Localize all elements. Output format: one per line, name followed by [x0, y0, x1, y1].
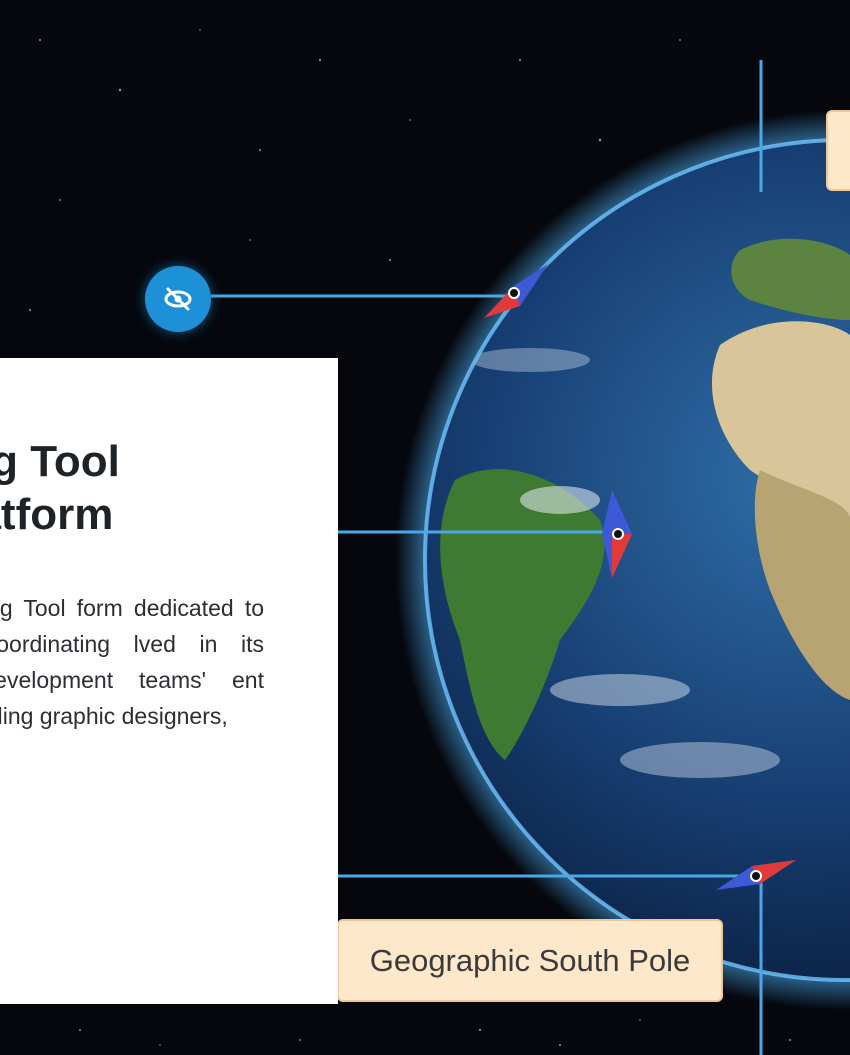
- heading-line-1: oring Tool: [0, 437, 120, 486]
- clouds-3: [620, 742, 780, 778]
- panel-description: ful Authoring Tool form dedicated to nt …: [0, 595, 264, 729]
- clouds-1: [520, 486, 600, 514]
- heading-line-2: t Platform: [0, 489, 114, 539]
- south-pole-label-text: Geographic South Pole: [369, 942, 691, 978]
- callout-label-south-pole: Geographic South Pole: [337, 919, 723, 1002]
- info-panel: oring Tool t Platform ful Authoring Tool…: [0, 358, 338, 1004]
- clouds-2: [550, 674, 690, 706]
- eye-off-icon: [164, 287, 192, 311]
- callout-label-top: [826, 110, 850, 191]
- clouds-4: [470, 348, 590, 372]
- visibility-toggle-button[interactable]: [145, 266, 211, 332]
- panel-heading: oring Tool t Platform: [0, 436, 328, 542]
